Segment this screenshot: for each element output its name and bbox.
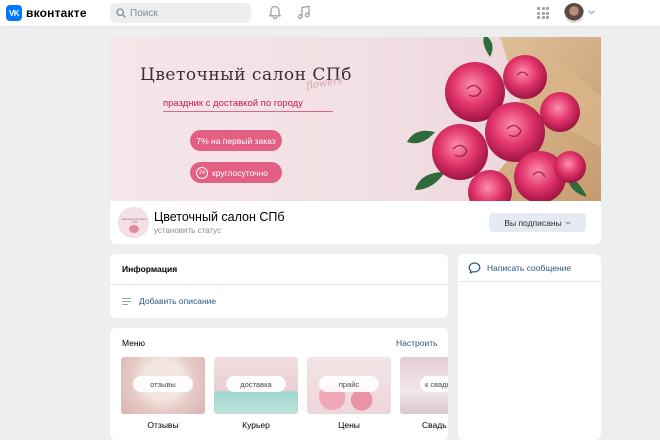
avatar-caption: Цветочный салон СПб [122,217,147,225]
cover-subtitle: праздник с доставкой по городу [163,98,303,109]
menu-tile-badge: к свадь [420,376,448,392]
menu-tile-label[interactable]: Свадь [422,420,448,430]
add-description-link[interactable]: Добавить описание [122,296,216,306]
profile-header: Цветочный салон СПб Цветочный салон СПб … [110,201,601,244]
menu-tile-badge: прайс [319,376,379,392]
message-bubble-icon [468,262,481,274]
message-card: Написать сообщение [458,254,601,440]
discount-pill: 7% на первый заказ [190,130,282,151]
top-bar: VK вконтакте [0,0,660,27]
chevron-down-icon [565,220,571,225]
flower-icon [129,225,139,233]
menu-card: Меню Настроить отзывы доставка прайс к с… [110,328,448,440]
community-cover: Цветочный салон СПб flowers праздник с д… [110,37,601,201]
set-status-link[interactable]: установить статус [154,226,221,235]
info-title: Информация [122,264,178,274]
menu-tile-label[interactable]: Отзывы [121,420,205,430]
subscribed-label: Вы подписаны [504,217,562,228]
subscribed-button[interactable]: Вы подписаны [489,213,586,232]
divider [110,284,448,285]
hours-pill: 24 круглосуточно [190,162,282,183]
music-icon[interactable] [297,5,311,20]
menu-tile-delivery[interactable]: доставка [214,357,298,414]
bell-icon[interactable] [268,5,282,20]
cover-underline [163,111,333,112]
divider [458,281,601,282]
search-input[interactable] [130,5,245,21]
hours-pill-label: круглосуточно [212,167,268,178]
community-avatar[interactable]: Цветочный салон СПб [118,207,149,238]
search-box[interactable] [110,3,251,23]
add-description-label: Добавить описание [139,296,217,306]
clock-24-icon: 24 [196,166,208,179]
menu-tile-label[interactable]: Курьер [214,420,298,430]
menu-tile-badge: доставка [226,376,286,392]
apps-grid-icon[interactable] [537,7,549,19]
rose-bouquet-illustration [407,37,601,201]
search-icon [116,8,126,18]
chevron-down-icon[interactable] [588,10,595,15]
info-card: Информация Добавить описание [110,254,448,318]
avatar[interactable] [564,3,584,23]
menu-title: Меню [122,338,145,348]
vk-logo[interactable]: VK вконтакте [6,5,87,21]
vk-logo-icon: VK [6,5,22,21]
logo-text: вконтакте [26,6,87,20]
write-message-button[interactable]: Написать сообщение [468,262,571,274]
discount-pill-label: 7% на первый заказ [196,135,276,146]
description-lines-icon [122,297,131,305]
menu-tile-reviews[interactable]: отзывы [121,357,205,414]
community-name: Цветочный салон СПб [154,210,285,224]
menu-tile-badge: отзывы [133,376,193,392]
menu-tile-wedding[interactable]: к свадь [400,357,448,414]
menu-setup-link[interactable]: Настроить [396,338,438,348]
menu-tile-price[interactable]: прайс [307,357,391,414]
menu-tile-label[interactable]: Цены [307,420,391,430]
write-message-label: Написать сообщение [487,263,572,273]
